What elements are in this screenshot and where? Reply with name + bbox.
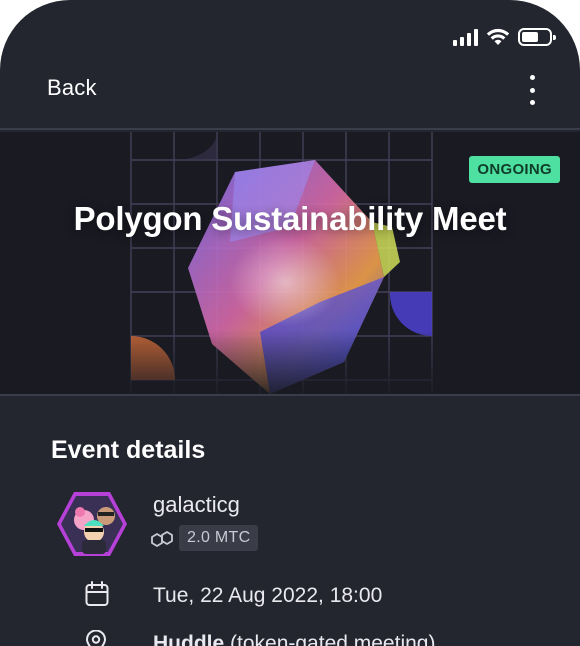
section-title: Event details	[51, 436, 206, 464]
calendar-icon	[85, 581, 109, 606]
signal-icon	[453, 28, 478, 46]
navigation-bar: Back	[0, 66, 580, 130]
more-vertical-icon[interactable]	[526, 75, 538, 105]
battery-icon	[518, 28, 556, 46]
location-note: (token-gated meeting)	[230, 632, 436, 646]
event-date: Tue, 22 Aug 2022, 18:00	[153, 584, 383, 607]
polygon-icon	[151, 531, 173, 547]
token-amount-badge: 2.0 MTC	[179, 525, 259, 551]
location-name[interactable]: Huddle	[153, 632, 224, 646]
back-button[interactable]: Back	[47, 75, 97, 101]
event-location: Huddle (token-gated meeting)	[153, 632, 435, 646]
status-badge: ONGOING	[469, 156, 560, 183]
event-screen: Back ONGOING Polygon Sustainability Meet…	[0, 0, 580, 646]
status-bar	[453, 26, 556, 48]
location-pin-icon	[85, 630, 107, 646]
event-title: Polygon Sustainability Meet	[73, 200, 507, 237]
event-banner: ONGOING Polygon Sustainability Meet	[0, 132, 580, 396]
host-name[interactable]: galacticg	[153, 492, 240, 518]
wifi-icon	[486, 28, 510, 45]
host-avatar[interactable]	[56, 490, 128, 558]
